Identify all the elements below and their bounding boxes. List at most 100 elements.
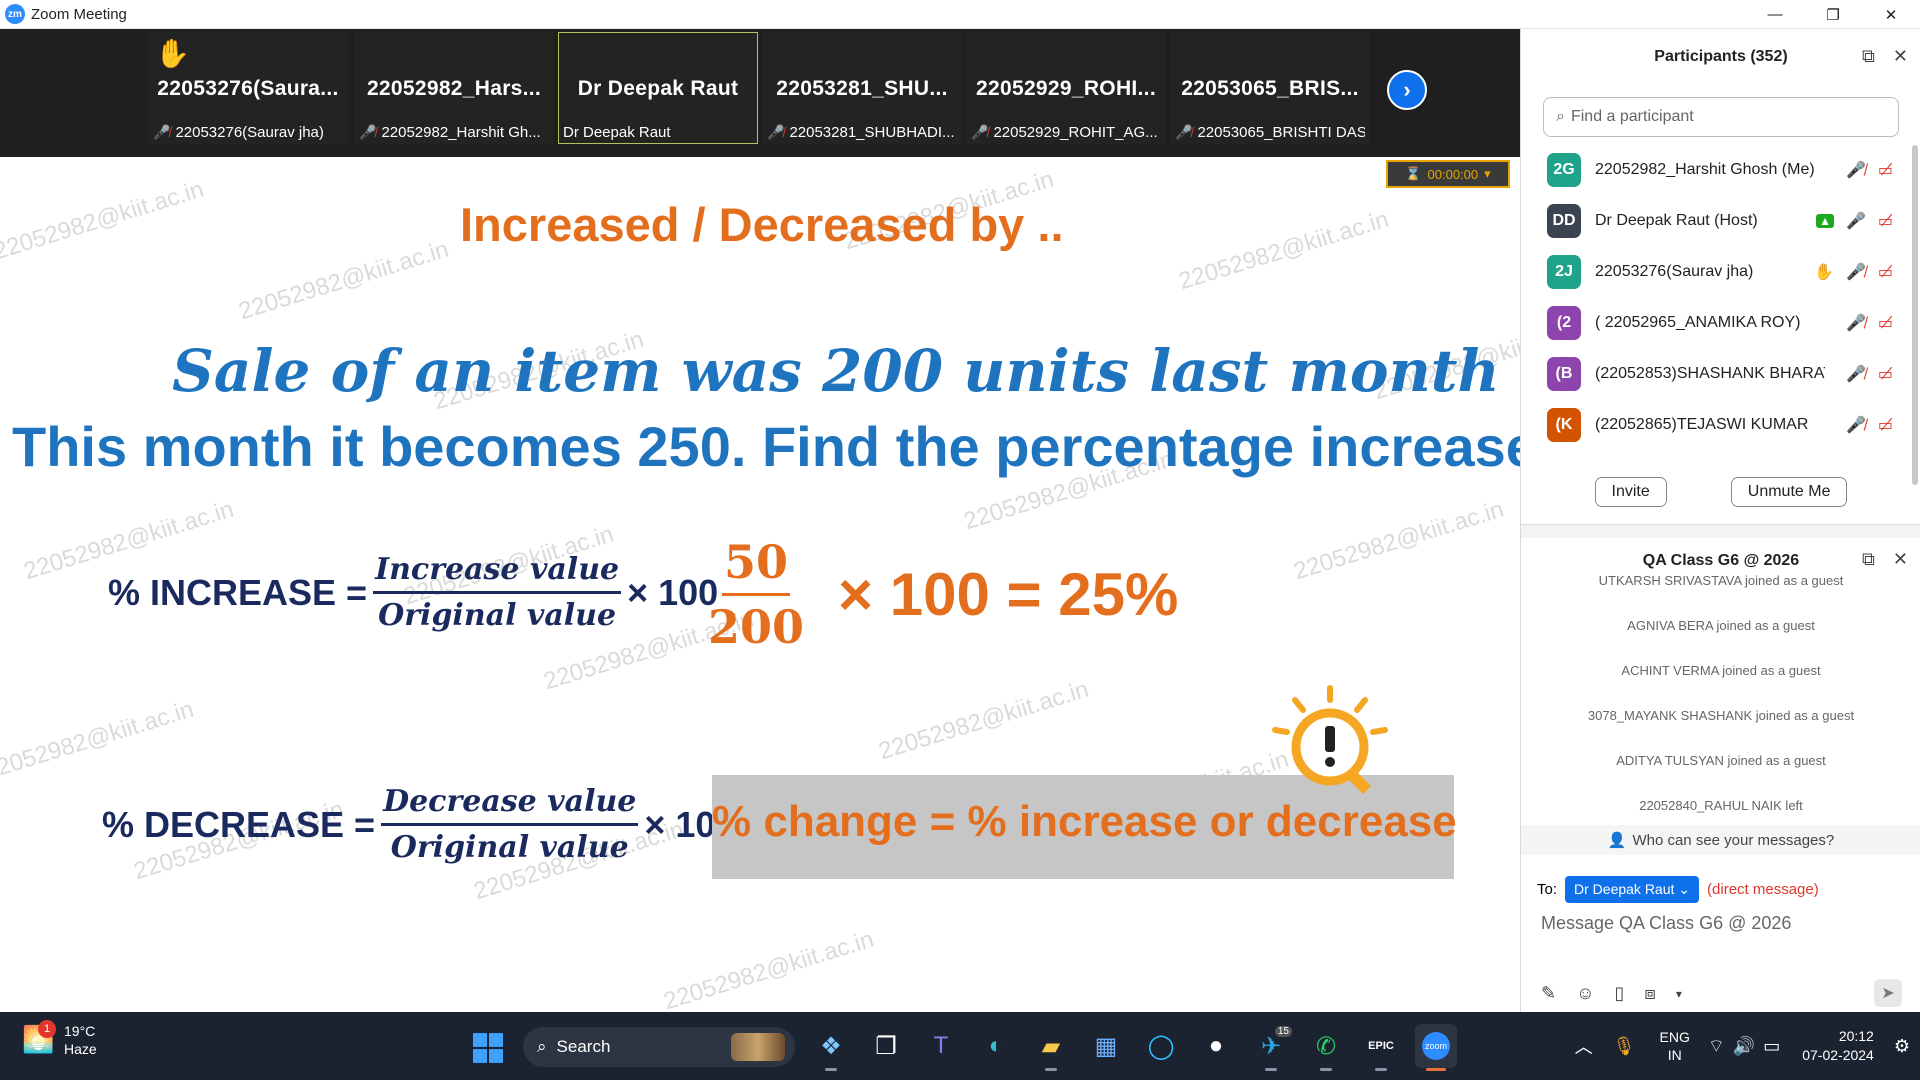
watermark: 22052982@kiit.ac.in xyxy=(1290,495,1507,586)
lightbulb-idea-icon xyxy=(1272,685,1388,794)
timer-value: 00:00:00 xyxy=(1427,166,1479,182)
tile-label: Dr Deepak Raut xyxy=(563,124,753,141)
participant-row[interactable]: DD Dr Deepak Raut (Host) ▲ 🎤 ▭̸ xyxy=(1521,196,1920,246)
battery-icon[interactable]: ▭ xyxy=(1763,1036,1780,1057)
close-button[interactable]: ✕ xyxy=(1862,0,1920,29)
recipient-dropdown[interactable]: Dr Deepak Raut ⌄ xyxy=(1565,876,1700,903)
invite-button[interactable]: Invite xyxy=(1594,477,1667,507)
unmute-me-button[interactable]: Unmute Me xyxy=(1730,477,1848,507)
microphone-icon[interactable]: 🎙 xyxy=(1613,1036,1636,1057)
who-can-see-link[interactable]: 👤 Who can see your messages? xyxy=(1521,825,1920,855)
video-off-icon: ▭̸ xyxy=(1877,213,1893,230)
zoom-logo-icon: zm xyxy=(5,4,25,24)
github-icon[interactable]: ● xyxy=(1195,1024,1237,1068)
avatar: 2J xyxy=(1547,255,1581,289)
copilot-icon[interactable]: ❖ xyxy=(810,1024,852,1071)
video-tile[interactable]: 22052929_ROHI... 🎤̸ 22052929_ROHIT_AG... xyxy=(966,32,1166,144)
to-label: To: xyxy=(1537,881,1558,898)
calculation: 50 200 × 100 = 25% xyxy=(700,535,1178,654)
zoom-taskbar-icon[interactable]: zoom xyxy=(1415,1024,1457,1071)
panel-divider[interactable] xyxy=(1521,524,1920,538)
next-page-button[interactable]: › xyxy=(1387,70,1427,110)
send-icon: ➤ xyxy=(1881,985,1895,1002)
avatar: 2G xyxy=(1547,153,1581,187)
watermark: 22052982@kiit.ac.in xyxy=(660,925,877,1012)
participant-row[interactable]: (B (22052853)SHASHANK BHARAT... 🎤̸ ▭̸ xyxy=(1521,349,1920,399)
show-hidden-icons[interactable]: ︿ xyxy=(1575,1033,1593,1059)
taskbar-search[interactable]: ⌕ Search xyxy=(523,1027,795,1067)
screenshot-icon[interactable]: ⧈ xyxy=(1644,983,1655,1004)
tile-name: 22052982_Hars... xyxy=(366,77,542,100)
tile-label-text: 22052982_Harshit Gh... xyxy=(381,124,541,141)
language-indicator[interactable]: ENG IN xyxy=(1660,1028,1690,1064)
minimize-button[interactable]: — xyxy=(1746,0,1804,29)
title-bar: zm Zoom Meeting — ❐ ✕ xyxy=(0,0,1920,29)
slide-title: Increased / Decreased by .. xyxy=(460,198,1064,251)
chat-message-input[interactable]: Message QA Class G6 @ 2026 xyxy=(1541,913,1791,934)
format-text-icon[interactable]: ✎ xyxy=(1541,983,1556,1004)
microsoft-store-icon[interactable]: ▦ xyxy=(1085,1024,1127,1068)
video-tile-active-speaker[interactable]: Dr Deepak Raut Dr Deepak Raut xyxy=(558,32,758,144)
formula-denominator: Original value xyxy=(390,830,629,865)
pop-out-icon[interactable]: ⧉ xyxy=(1862,46,1875,67)
telegram-icon[interactable]: ✈ 15 xyxy=(1250,1024,1292,1071)
chat-toolbar: ✎ ☺ ▯ ⧈ ▾ xyxy=(1541,983,1682,1004)
emoji-icon[interactable]: ☺ xyxy=(1576,983,1594,1004)
video-tile[interactable]: 22053281_SHU... 🎤̸ 22053281_SHUBHADI... xyxy=(762,32,962,144)
user-icon: 👤 xyxy=(1607,832,1627,849)
close-icon[interactable]: ✕ xyxy=(1893,46,1908,67)
cortana-icon[interactable]: ◯ xyxy=(1140,1024,1182,1068)
tile-name: 22053276(Saura... xyxy=(157,77,339,100)
epic-games-icon[interactable]: EPIC xyxy=(1360,1024,1402,1071)
video-tile[interactable]: ✋ 22053276(Saura... 🎤̸ 22053276(Saurav jh… xyxy=(148,32,348,144)
participant-status: 🎤̸ ▭̸ xyxy=(1846,364,1893,384)
chevron-right-icon: › xyxy=(1403,77,1411,102)
change-note: % change = % increase or decrease xyxy=(712,797,1457,846)
chevron-down-icon[interactable]: ▾ xyxy=(1676,987,1682,1001)
participant-row[interactable]: (K (22052865)TEJASWI KUMAR 🎤̸ ▭̸ xyxy=(1521,400,1920,445)
chat-system-message: UTKARSH SRIVASTAVA joined as a guest xyxy=(1598,573,1844,588)
participant-status: 🎤̸ ▭̸ xyxy=(1846,160,1893,180)
participant-search-input[interactable]: ⌕ Find a participant xyxy=(1543,97,1899,137)
meeting-timer[interactable]: ⌛ 00:00:00 ▾ xyxy=(1386,160,1510,188)
wifi-icon[interactable]: ⌔ xyxy=(1708,1035,1725,1058)
tile-label: 🎤̸ 22053065_BRISHTI DAS xyxy=(1175,124,1365,141)
direct-message-label: (direct message) xyxy=(1707,881,1819,898)
participant-row[interactable]: 2G 22052982_Harshit Ghosh (Me) 🎤̸ ▭̸ xyxy=(1521,145,1920,195)
file-icon[interactable]: ▯ xyxy=(1614,983,1624,1004)
watermark: 22052982@kiit.ac.in xyxy=(235,235,452,326)
window-title: Zoom Meeting xyxy=(31,5,127,23)
participant-row[interactable]: (2 ( 22052965_ANAMIKA ROY) 🎤̸ ▭̸ xyxy=(1521,298,1920,348)
volume-icon[interactable]: 🔊 xyxy=(1733,1036,1755,1057)
mic-off-icon: 🎤̸ xyxy=(1845,264,1866,281)
mic-off-icon: 🎤̸ xyxy=(153,124,171,140)
mic-off-icon: 🎤̸ xyxy=(767,124,785,140)
video-tile[interactable]: 22052982_Hars... 🎤̸ 22052982_Harshit Gh..… xyxy=(354,32,554,144)
file-explorer-icon[interactable]: ▰ xyxy=(1030,1024,1072,1071)
weather-widget[interactable]: 🌅 1 19°C Haze xyxy=(22,1020,97,1058)
send-button[interactable]: ➤ xyxy=(1874,979,1902,1007)
lang-line1: ENG xyxy=(1659,1029,1690,1045)
restore-button[interactable]: ❐ xyxy=(1804,0,1862,29)
participant-status: ✋ 🎤̸ ▭̸ xyxy=(1814,262,1893,282)
formula-label: % INCREASE = xyxy=(108,571,368,613)
question-line-2: This month it becomes 250. Find the perc… xyxy=(12,415,1520,478)
clock[interactable]: 20:12 07-02-2024 xyxy=(1802,1027,1874,1065)
task-view-icon[interactable]: ❐ xyxy=(865,1024,907,1068)
start-button[interactable] xyxy=(473,1033,503,1063)
notifications-icon[interactable]: ⚙ xyxy=(1894,1036,1910,1057)
formula-denominator: Original value xyxy=(378,598,617,633)
participants-title: Participants (352) xyxy=(1654,47,1788,65)
pop-out-icon[interactable]: ⧉ xyxy=(1862,549,1875,570)
mic-off-icon: 🎤̸ xyxy=(1845,417,1866,434)
calc-numerator: 50 xyxy=(722,535,791,596)
participant-name: (22052853)SHASHANK BHARAT... xyxy=(1595,365,1825,382)
video-tile[interactable]: 22053065_BRIS... 🎤̸ 22053065_BRISHTI DAS xyxy=(1170,32,1370,144)
teams-icon[interactable]: T xyxy=(920,1024,962,1068)
participant-row[interactable]: 2J 22053276(Saurav jha) ✋ 🎤̸ ▭̸ xyxy=(1521,247,1920,297)
close-icon[interactable]: ✕ xyxy=(1893,549,1908,570)
chevron-down-icon: ▾ xyxy=(1484,166,1491,181)
whatsapp-icon[interactable]: ✆ xyxy=(1305,1024,1347,1071)
chat-system-message: ADITYA TULSYAN joined as a guest xyxy=(1616,753,1826,768)
edge-icon[interactable]: ◐ xyxy=(975,1024,1017,1068)
